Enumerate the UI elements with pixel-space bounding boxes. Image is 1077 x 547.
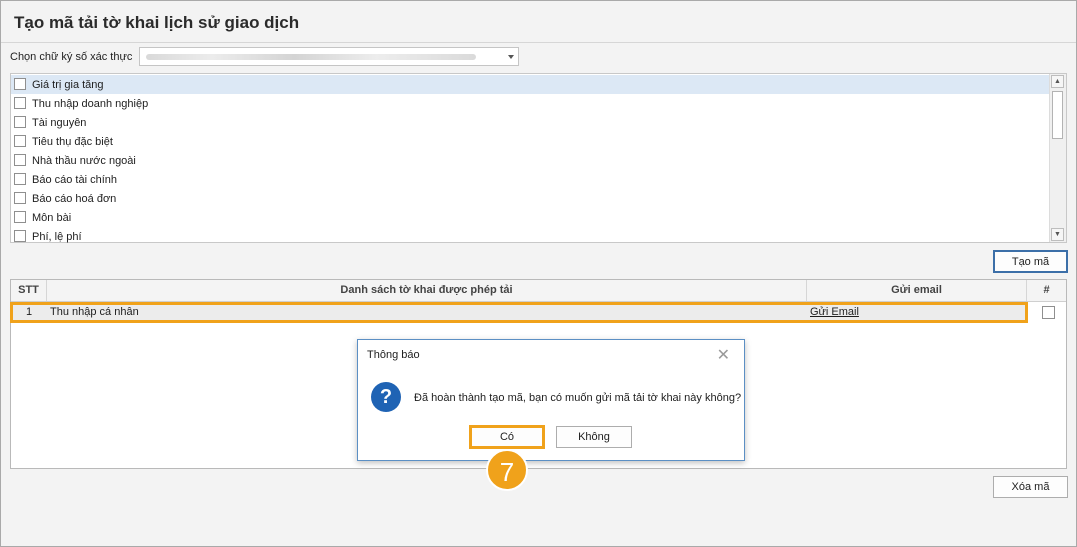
step-badge: 7 [486, 449, 528, 491]
table-row[interactable]: 1 Thu nhập cá nhân Gửi Email [11, 302, 1027, 322]
send-email-link[interactable]: Gửi Email [810, 306, 859, 318]
signature-select[interactable] [139, 47, 519, 66]
close-icon[interactable]: ✕ [717, 345, 730, 365]
list-item[interactable]: Tài nguyên [11, 113, 1049, 132]
declaration-type-list[interactable]: Giá trị gia tăng Thu nhập doanh nghiệp T… [10, 73, 1067, 243]
chevron-down-icon[interactable] [508, 55, 514, 59]
scroll-thumb[interactable] [1052, 91, 1063, 139]
confirm-dialog: Thông báo ✕ ? Đã hoàn thành tạo mã, bạn … [357, 339, 745, 461]
title-divider [1, 42, 1076, 43]
list-item[interactable]: Tiêu thụ đặc biệt [11, 132, 1049, 151]
row-stt: 1 [25, 306, 33, 318]
list-item[interactable]: Môn bài [11, 208, 1049, 227]
main-window: Tạo mã tải tờ khai lịch sử giao dịch Chọ… [0, 0, 1077, 547]
checkbox[interactable] [14, 116, 26, 128]
checkbox[interactable] [14, 154, 26, 166]
column-header-select[interactable]: # [1027, 280, 1066, 301]
column-header-send-email[interactable]: Gửi email [807, 280, 1027, 301]
checkbox[interactable] [14, 173, 26, 185]
grid-header: STT Danh sách tờ khai được phép tải Gửi … [11, 280, 1066, 302]
checkbox[interactable] [14, 78, 26, 90]
question-icon: ? [371, 382, 401, 412]
no-button[interactable]: Không [556, 426, 632, 448]
dialog-message: Đã hoàn thành tạo mã, bạn có muốn gửi mã… [414, 392, 742, 404]
list-item[interactable]: Phí, lệ phí [11, 227, 1049, 246]
dialog-title: Thông báo [367, 349, 420, 361]
checkbox[interactable] [14, 97, 26, 109]
scroll-up-icon[interactable]: ▲ [1051, 75, 1064, 88]
checkbox[interactable] [14, 211, 26, 223]
column-header-declaration-list[interactable]: Danh sách tờ khai được phép tải [47, 280, 807, 301]
row-declaration-name: Thu nhập cá nhân [50, 306, 139, 318]
checkbox[interactable] [14, 192, 26, 204]
checkbox[interactable] [14, 135, 26, 147]
list-item[interactable]: Báo cáo hoá đơn [11, 189, 1049, 208]
list-item[interactable]: Nhà thầu nước ngoài [11, 151, 1049, 170]
checkbox[interactable] [14, 230, 26, 242]
create-code-button[interactable]: Tạo mã [993, 250, 1068, 273]
row-email-cell: Gửi Email [810, 302, 1020, 322]
signature-label: Chọn chữ ký số xác thực [10, 51, 133, 63]
list-item[interactable]: Báo cáo tài chính [11, 170, 1049, 189]
signature-value-blurred [146, 54, 476, 60]
row-select-checkbox[interactable] [1042, 306, 1055, 319]
list-item[interactable]: Thu nhập doanh nghiệp [11, 94, 1049, 113]
scroll-down-icon[interactable]: ▼ [1051, 228, 1064, 241]
vertical-scrollbar[interactable]: ▲ ▼ [1049, 74, 1066, 242]
yes-button[interactable]: Có [469, 425, 545, 449]
window-title: Tạo mã tải tờ khai lịch sử giao dịch [14, 13, 300, 32]
list-item[interactable]: Giá trị gia tăng [11, 75, 1049, 94]
delete-code-button[interactable]: Xóa mã [993, 476, 1068, 498]
column-header-stt[interactable]: STT [11, 280, 47, 301]
